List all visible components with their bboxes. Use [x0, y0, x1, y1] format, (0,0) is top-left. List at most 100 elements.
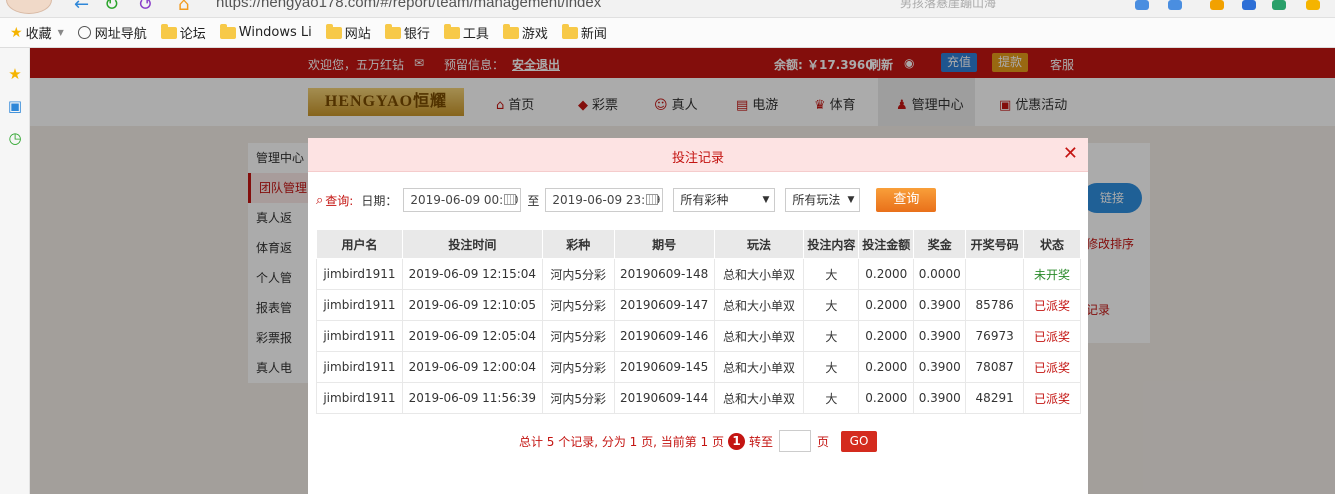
cell-draw-number: 48291 — [965, 382, 1025, 414]
table-row: jimbird1911 2019-06-09 12:10:05 河内5分彩 20… — [316, 289, 1081, 321]
folder-icon — [502, 23, 519, 39]
lottery-select[interactable]: 所有彩种 ▼ — [673, 188, 776, 212]
bookmark-games[interactable]: 游戏 — [502, 23, 548, 42]
bookmark-bank[interactable]: 银行 — [384, 23, 430, 42]
star-icon: ★ — [10, 24, 23, 41]
bookmark-label: Windows Li — [238, 25, 312, 40]
clock-icon[interactable] — [1306, 0, 1320, 10]
bookmark-label: 网站 — [344, 27, 371, 42]
query-label: 查询: — [325, 193, 354, 208]
date-to-value: 2019-06-09 23:59 — [552, 193, 661, 207]
undo-icon[interactable]: ↺ — [138, 0, 153, 14]
bookmark-forum[interactable]: 论坛 — [160, 23, 206, 42]
history-clock-icon[interactable]: ◷ — [7, 130, 23, 146]
search-icon: ⌕ — [316, 192, 324, 208]
date-to-input[interactable]: 2019-06-09 23:59 — [545, 188, 664, 212]
translate-icon[interactable] — [1272, 0, 1286, 10]
reader-icon[interactable]: ▣ — [7, 98, 23, 114]
table-row: jimbird1911 2019-06-09 11:56:39 河内5分彩 20… — [316, 382, 1081, 414]
page-input[interactable] — [779, 430, 812, 452]
date-from-value: 2019-06-09 00:00 — [410, 193, 519, 207]
cell-prize: 0.0000 — [913, 258, 967, 290]
address-bar[interactable]: https://hengyao178.com/#/report/team/man… — [216, 0, 886, 14]
favorites-star-icon[interactable]: ★ — [7, 66, 23, 82]
shield-icon[interactable] — [1242, 0, 1256, 10]
bookmark-news[interactable]: 新闻 — [561, 23, 607, 42]
bookmark-nav[interactable]: 网址导航 — [77, 23, 147, 42]
bet-records-modal: 投注记录 ✕ ⌕ 查询: 日期： 2019-06-09 00:00 至 2019… — [308, 138, 1088, 494]
cell-prize: 0.3900 — [913, 382, 967, 414]
bookmark-sites[interactable]: 网站 — [325, 23, 371, 42]
query-button[interactable]: 查询 — [876, 188, 937, 212]
play-select-value: 所有玩法 — [792, 193, 841, 207]
cell-period: 20190609-144 — [614, 382, 715, 414]
home-icon[interactable]: ⌂ — [178, 0, 189, 14]
cell-lottery: 河内5分彩 — [542, 320, 615, 352]
bookmark-windows[interactable]: Windows Li — [219, 23, 312, 40]
browser-sidebar: ★ ▣ ◷ — [0, 48, 30, 494]
page-number-current[interactable]: 1 — [728, 432, 746, 450]
chevron-down-icon: ▼ — [57, 28, 64, 37]
pagination: 总计 5 个记录, 分为 1 页, 当前第 1 页 1 转至 页 GO — [308, 430, 1088, 452]
refresh-icon[interactable]: ↻ — [104, 0, 119, 14]
cell-amount: 0.2000 — [858, 320, 915, 352]
cell-play: 总和大小单双 — [714, 351, 805, 383]
folder-icon — [160, 23, 177, 39]
browser-search-input[interactable]: 男孩落悬崖蹦山海 — [900, 0, 1120, 14]
pager-summary: 总计 5 个记录, 分为 1 页, 当前第 1 页 — [518, 434, 725, 449]
col-status: 状态 — [1023, 229, 1081, 259]
bookmark-label: 银行 — [403, 27, 430, 42]
col-draw-number: 开奖号码 — [965, 229, 1025, 259]
cell-bet-time: 2019-06-09 12:15:04 — [402, 258, 543, 290]
cell-username: jimbird1911 — [316, 258, 403, 290]
go-button[interactable]: GO — [841, 430, 878, 452]
col-content: 投注内容 — [803, 229, 860, 259]
cell-period: 20190609-145 — [614, 351, 715, 383]
cell-draw-number: 85786 — [965, 289, 1025, 321]
cell-period: 20190609-148 — [614, 258, 715, 290]
cell-content: 大 — [803, 382, 860, 414]
lottery-select-value: 所有彩种 — [680, 193, 729, 207]
cell-bet-time: 2019-06-09 11:56:39 — [402, 382, 543, 414]
folder-icon — [219, 23, 236, 39]
col-bet-time: 投注时间 — [401, 229, 543, 259]
cell-draw-number: 78087 — [965, 351, 1025, 383]
cell-status: 未开奖 — [1023, 258, 1081, 290]
cell-period: 20190609-147 — [614, 289, 715, 321]
to-label: 至 — [527, 193, 540, 208]
cell-username: jimbird1911 — [316, 289, 403, 321]
cell-draw-number — [965, 258, 1025, 290]
cell-bet-time: 2019-06-09 12:00:04 — [402, 351, 543, 383]
profile-avatar[interactable] — [6, 0, 52, 14]
col-play: 玩法 — [713, 229, 805, 259]
calendar-icon[interactable] — [646, 194, 659, 205]
cell-status: 已派奖 — [1023, 351, 1081, 383]
cell-bet-time: 2019-06-09 12:05:04 — [402, 320, 543, 352]
calendar-icon[interactable] — [504, 194, 517, 205]
folder-icon — [384, 23, 401, 39]
cell-amount: 0.2000 — [858, 289, 915, 321]
bookmark-label: 网址导航 — [94, 27, 147, 42]
cell-amount: 0.2000 — [858, 258, 915, 290]
scissors-icon[interactable] — [1168, 0, 1182, 10]
bookmarks-bar: ★ 收藏 ▼ 网址导航 论坛 Windows Li 网站 银行 工具 游戏 新闻 — [0, 18, 1335, 48]
date-from-input[interactable]: 2019-06-09 00:00 — [403, 188, 522, 212]
cell-bet-time: 2019-06-09 12:10:05 — [402, 289, 543, 321]
close-icon[interactable]: ✕ — [1063, 144, 1078, 164]
col-prize: 奖金 — [913, 229, 967, 259]
bookmark-tools[interactable]: 工具 — [443, 23, 489, 42]
back-icon[interactable]: ← — [74, 0, 89, 14]
cell-lottery: 河内5分彩 — [542, 382, 615, 414]
cell-prize: 0.3900 — [913, 320, 967, 352]
key-icon[interactable] — [1210, 0, 1224, 10]
play-select[interactable]: 所有玩法 ▼ — [785, 188, 861, 212]
bookmark-favorites[interactable]: ★ 收藏 ▼ — [10, 23, 64, 43]
extension-icon[interactable] — [1135, 0, 1149, 10]
browser-toolbar: ← ↻ ↺ ⌂ https://hengyao178.com/#/report/… — [0, 0, 1335, 18]
cell-amount: 0.2000 — [858, 382, 915, 414]
cell-username: jimbird1911 — [316, 320, 403, 352]
cell-status: 已派奖 — [1023, 382, 1081, 414]
globe-icon — [77, 26, 91, 39]
folder-icon — [443, 23, 460, 39]
table-row: jimbird1911 2019-06-09 12:00:04 河内5分彩 20… — [316, 351, 1081, 383]
